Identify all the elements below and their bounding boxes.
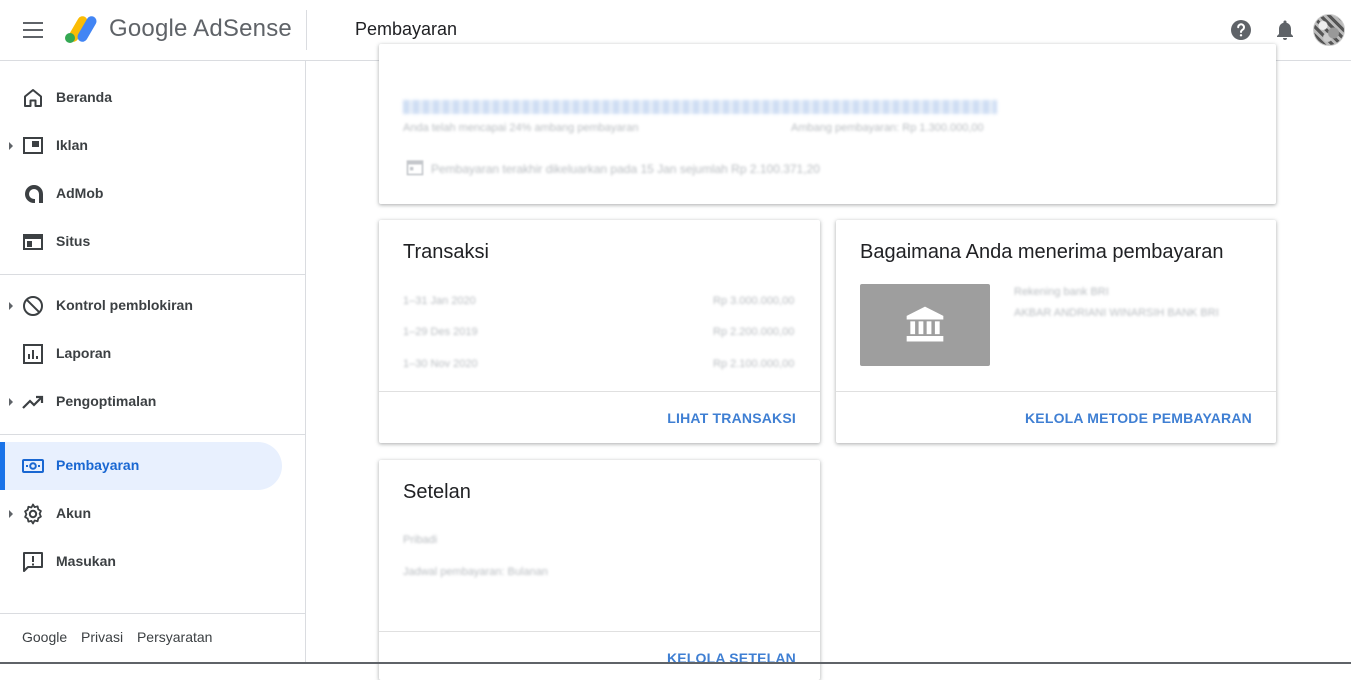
bank-name-text: Rekening bank BRI (1014, 286, 1109, 298)
trending-up-icon (22, 395, 44, 409)
footer-privacy-link[interactable]: Privasi (81, 629, 123, 645)
transaction-amount: Rp 2.200.000,00 (713, 326, 795, 338)
balance-card: Anda telah mencapai 24% ambang pembayara… (379, 44, 1276, 204)
settings-schedule-text: Jadwal pembayaran: Bulanan (403, 566, 548, 578)
adsense-logo-icon (65, 16, 97, 43)
transaction-period: 1–30 Nov 2020 (403, 358, 478, 370)
payment-method-card: Bagaimana Anda menerima pembayaran Reken… (836, 220, 1276, 443)
feedback-icon (23, 552, 43, 572)
sidebar-divider (0, 613, 305, 614)
sidebar-item-pengoptimalan[interactable]: Pengoptimalan (0, 378, 282, 426)
footer-google-link[interactable]: Google (22, 629, 67, 645)
calendar-icon (406, 160, 424, 176)
transactions-card: Transaksi 1–31 Jan 2020 Rp 3.000.000,00 … (379, 220, 820, 443)
settings-title: Setelan (403, 481, 471, 503)
gear-icon (24, 503, 42, 525)
footer-terms-link[interactable]: Persyaratan (137, 629, 212, 645)
sidebar-item-label: Situs (56, 233, 91, 249)
transaction-amount: Rp 3.000.000,00 (713, 295, 795, 307)
card-divider (836, 391, 1276, 392)
expand-caret-icon[interactable] (9, 142, 13, 150)
sidebar-item-label: AdMob (56, 185, 104, 201)
transactions-title: Transaksi (403, 241, 489, 263)
sidebar-item-pembayaran[interactable]: Pembayaran (0, 442, 282, 490)
threshold-progress-bar (403, 100, 997, 114)
view-transactions-link[interactable]: LIHAT TRANSAKSI (667, 410, 796, 426)
sidebar-divider (0, 274, 305, 275)
bank-account-text: AKBAR ANDRIANI WINARSIH BANK BRI (1014, 307, 1219, 319)
expand-caret-icon[interactable] (9, 398, 13, 406)
transaction-period: 1–29 Des 2019 (403, 326, 478, 338)
report-icon (23, 344, 43, 364)
menu-icon[interactable] (23, 22, 43, 38)
sidebar-item-label: Beranda (56, 89, 113, 105)
sidebar-item-iklan[interactable]: Iklan (0, 122, 282, 170)
block-icon (23, 296, 43, 316)
transaction-period: 1–31 Jan 2020 (403, 295, 476, 307)
sidebar-item-akun[interactable]: Akun (0, 490, 282, 538)
account-avatar[interactable] (1313, 14, 1345, 46)
payment-method-title: Bagaimana Anda menerima pembayaran (860, 241, 1224, 263)
page-title: Pembayaran (355, 19, 458, 39)
sidebar-item-masukan[interactable]: Masukan (0, 538, 282, 586)
payments-icon (22, 459, 44, 473)
expand-caret-icon[interactable] (9, 510, 13, 518)
header-divider (306, 10, 307, 50)
bank-icon (906, 306, 944, 342)
sidebar-footer: Google Privasi Persyaratan (22, 629, 222, 645)
sidebar-item-label: Masukan (56, 553, 116, 569)
last-payment-text: Pembayaran terakhir dikeluarkan pada 15 … (431, 162, 820, 176)
bank-tile (860, 284, 990, 366)
ads-icon (23, 137, 43, 154)
sidebar-item-situs[interactable]: Situs (0, 218, 282, 266)
sidebar-item-admob[interactable]: AdMob (0, 170, 282, 218)
sidebar: Beranda Iklan AdMob Situs Kontrol pemblo… (0, 61, 306, 664)
settings-card: Setelan Pribadi Jadwal pembayaran: Bulan… (379, 460, 820, 680)
sidebar-item-label: Pembayaran (56, 457, 140, 473)
sidebar-item-label: Iklan (56, 137, 88, 153)
threshold-amount-text: Ambang pembayaran: Rp 1.300.000,00 (791, 122, 984, 134)
sidebar-item-label: Kontrol pemblokiran (56, 297, 193, 313)
active-indicator (0, 442, 5, 490)
notifications-icon[interactable] (1273, 18, 1297, 42)
expand-caret-icon[interactable] (9, 302, 13, 310)
threshold-progress-text: Anda telah mencapai 24% ambang pembayara… (403, 122, 639, 134)
help-icon[interactable] (1229, 18, 1253, 42)
sidebar-item-beranda[interactable]: Beranda (0, 74, 282, 122)
card-divider (379, 391, 820, 392)
sidebar-item-label: Akun (56, 505, 91, 521)
sites-icon (23, 234, 43, 250)
sidebar-item-label: Pengoptimalan (56, 393, 157, 409)
settings-profile-text: Pribadi (403, 534, 438, 546)
home-icon (24, 89, 42, 107)
admob-icon (24, 185, 43, 203)
manage-payment-methods-link[interactable]: KELOLA METODE PEMBAYARAN (1025, 410, 1252, 426)
transaction-amount: Rp 2.100.000,00 (713, 358, 795, 370)
sidebar-divider (0, 434, 305, 435)
sidebar-item-kontrol-pemblokiran[interactable]: Kontrol pemblokiran (0, 282, 282, 330)
card-divider (379, 631, 820, 632)
app-name[interactable]: Google AdSense (109, 15, 292, 43)
sidebar-item-laporan[interactable]: Laporan (0, 330, 282, 378)
sidebar-item-label: Laporan (56, 345, 112, 361)
